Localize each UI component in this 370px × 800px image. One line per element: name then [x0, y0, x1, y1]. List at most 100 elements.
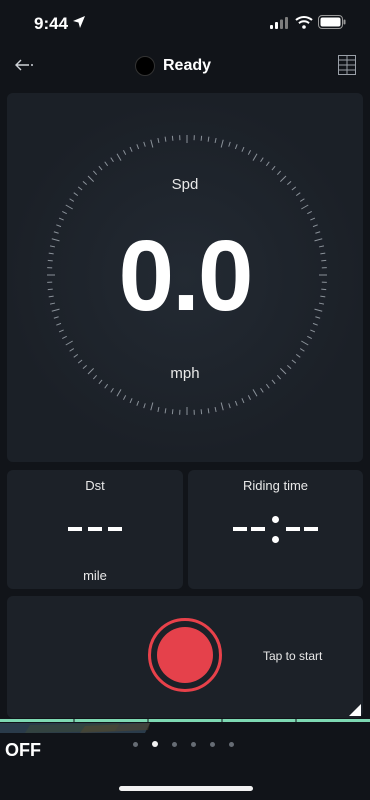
page-dot[interactable] [172, 742, 177, 747]
dial-tick [295, 192, 301, 197]
dial-tick [62, 210, 67, 215]
dial-tick [122, 395, 127, 400]
dial-tick [116, 389, 122, 397]
dial-tick [307, 335, 312, 340]
page-dot[interactable] [191, 742, 196, 747]
dial-tick [69, 348, 75, 352]
dial-tick [110, 387, 114, 393]
dial-tick [260, 387, 264, 393]
dial-tick [143, 141, 146, 147]
dial-tick [65, 204, 73, 210]
dial-tick [220, 139, 224, 148]
page-dot[interactable] [210, 742, 215, 747]
dial-tick [104, 383, 109, 389]
dial-tick [129, 146, 133, 152]
speed-unit: mph [170, 365, 200, 382]
dial-tick [122, 150, 127, 155]
dial-tick [214, 137, 217, 144]
dial-tick [276, 170, 282, 176]
back-arrow-icon[interactable] [12, 56, 34, 74]
riding-time-label: Riding time [242, 478, 309, 493]
dial-tick [58, 329, 64, 333]
dial-tick [157, 406, 160, 413]
dial-tick [143, 403, 146, 409]
dial-tick [265, 383, 270, 389]
dial-tick [252, 389, 258, 397]
grid-layout-icon[interactable] [338, 55, 356, 75]
dial-tick [241, 146, 245, 152]
state-indicator-dot [135, 56, 155, 76]
dial-tick [98, 165, 103, 171]
dial-tick [228, 403, 231, 409]
page-dot[interactable] [133, 742, 138, 747]
page-dot-active[interactable] [152, 741, 158, 747]
dial-tick [65, 340, 73, 346]
dial-tick [136, 400, 140, 406]
dial-tick [62, 335, 67, 340]
page-dot[interactable] [229, 742, 234, 747]
dash [233, 527, 247, 531]
dial-tick [92, 170, 98, 176]
start-card: Tap to start [7, 596, 363, 718]
app-header: Ready [0, 46, 370, 86]
dial-tick [310, 217, 316, 221]
dial-tick [247, 395, 252, 400]
dial-tick [310, 329, 316, 333]
dial-tick [260, 157, 264, 163]
dial-tick [252, 153, 258, 161]
record-start-button[interactable] [148, 618, 222, 692]
distance-card[interactable]: Dst mile [7, 470, 183, 589]
dial-tick [307, 210, 312, 215]
dial-tick [247, 150, 252, 155]
dial-tick [136, 144, 140, 150]
dial-tick [73, 192, 79, 197]
dial-tick [171, 135, 174, 141]
dial-tick [301, 340, 309, 346]
dial-tick [207, 136, 210, 142]
page-indicator[interactable] [133, 741, 248, 747]
status-time: 9:44 [34, 14, 69, 33]
segment-progress-bar [0, 719, 370, 733]
colon-dot [272, 536, 279, 543]
distance-label: Dst [85, 478, 105, 493]
dial-tick [207, 408, 210, 414]
dash [251, 527, 265, 531]
dial-tick [214, 406, 217, 413]
dial-tick [234, 144, 238, 150]
home-indicator[interactable] [119, 786, 253, 791]
dial-tick [271, 165, 276, 171]
dial-tick [77, 359, 83, 364]
dial-tick [299, 348, 305, 352]
speed-card[interactable]: Spd 0.0 mph [7, 93, 363, 462]
dial-tick [73, 353, 79, 358]
speed-value: 0.0 [118, 220, 253, 332]
dash [304, 527, 318, 531]
dial-tick [164, 408, 167, 414]
dial-tick [69, 198, 75, 202]
dial-tick [265, 161, 270, 167]
dial-tick [171, 409, 174, 415]
dial-tick [301, 204, 309, 210]
dash [68, 527, 82, 531]
dial-tick [291, 359, 297, 364]
dash [108, 527, 122, 531]
dial-tick [241, 398, 245, 404]
record-icon [157, 627, 213, 683]
dial-tick [150, 402, 154, 411]
dial-tick [220, 402, 224, 411]
dial-tick [295, 353, 301, 358]
dash [88, 527, 102, 531]
dial-tick [104, 161, 109, 167]
dial-tick [157, 137, 160, 144]
tap-to-start-label: Tap to start [263, 649, 323, 663]
resize-corner-icon[interactable] [349, 704, 361, 716]
dial-tick [116, 153, 122, 161]
dial-tick [110, 157, 114, 163]
colon-dot [272, 516, 279, 523]
dial-tick [164, 136, 167, 142]
dial-tick [234, 400, 238, 406]
state-label: Ready [163, 57, 212, 74]
speed-label: Spd [171, 176, 199, 193]
riding-time-card[interactable]: Riding time [188, 470, 363, 589]
dial-tick [200, 135, 203, 141]
